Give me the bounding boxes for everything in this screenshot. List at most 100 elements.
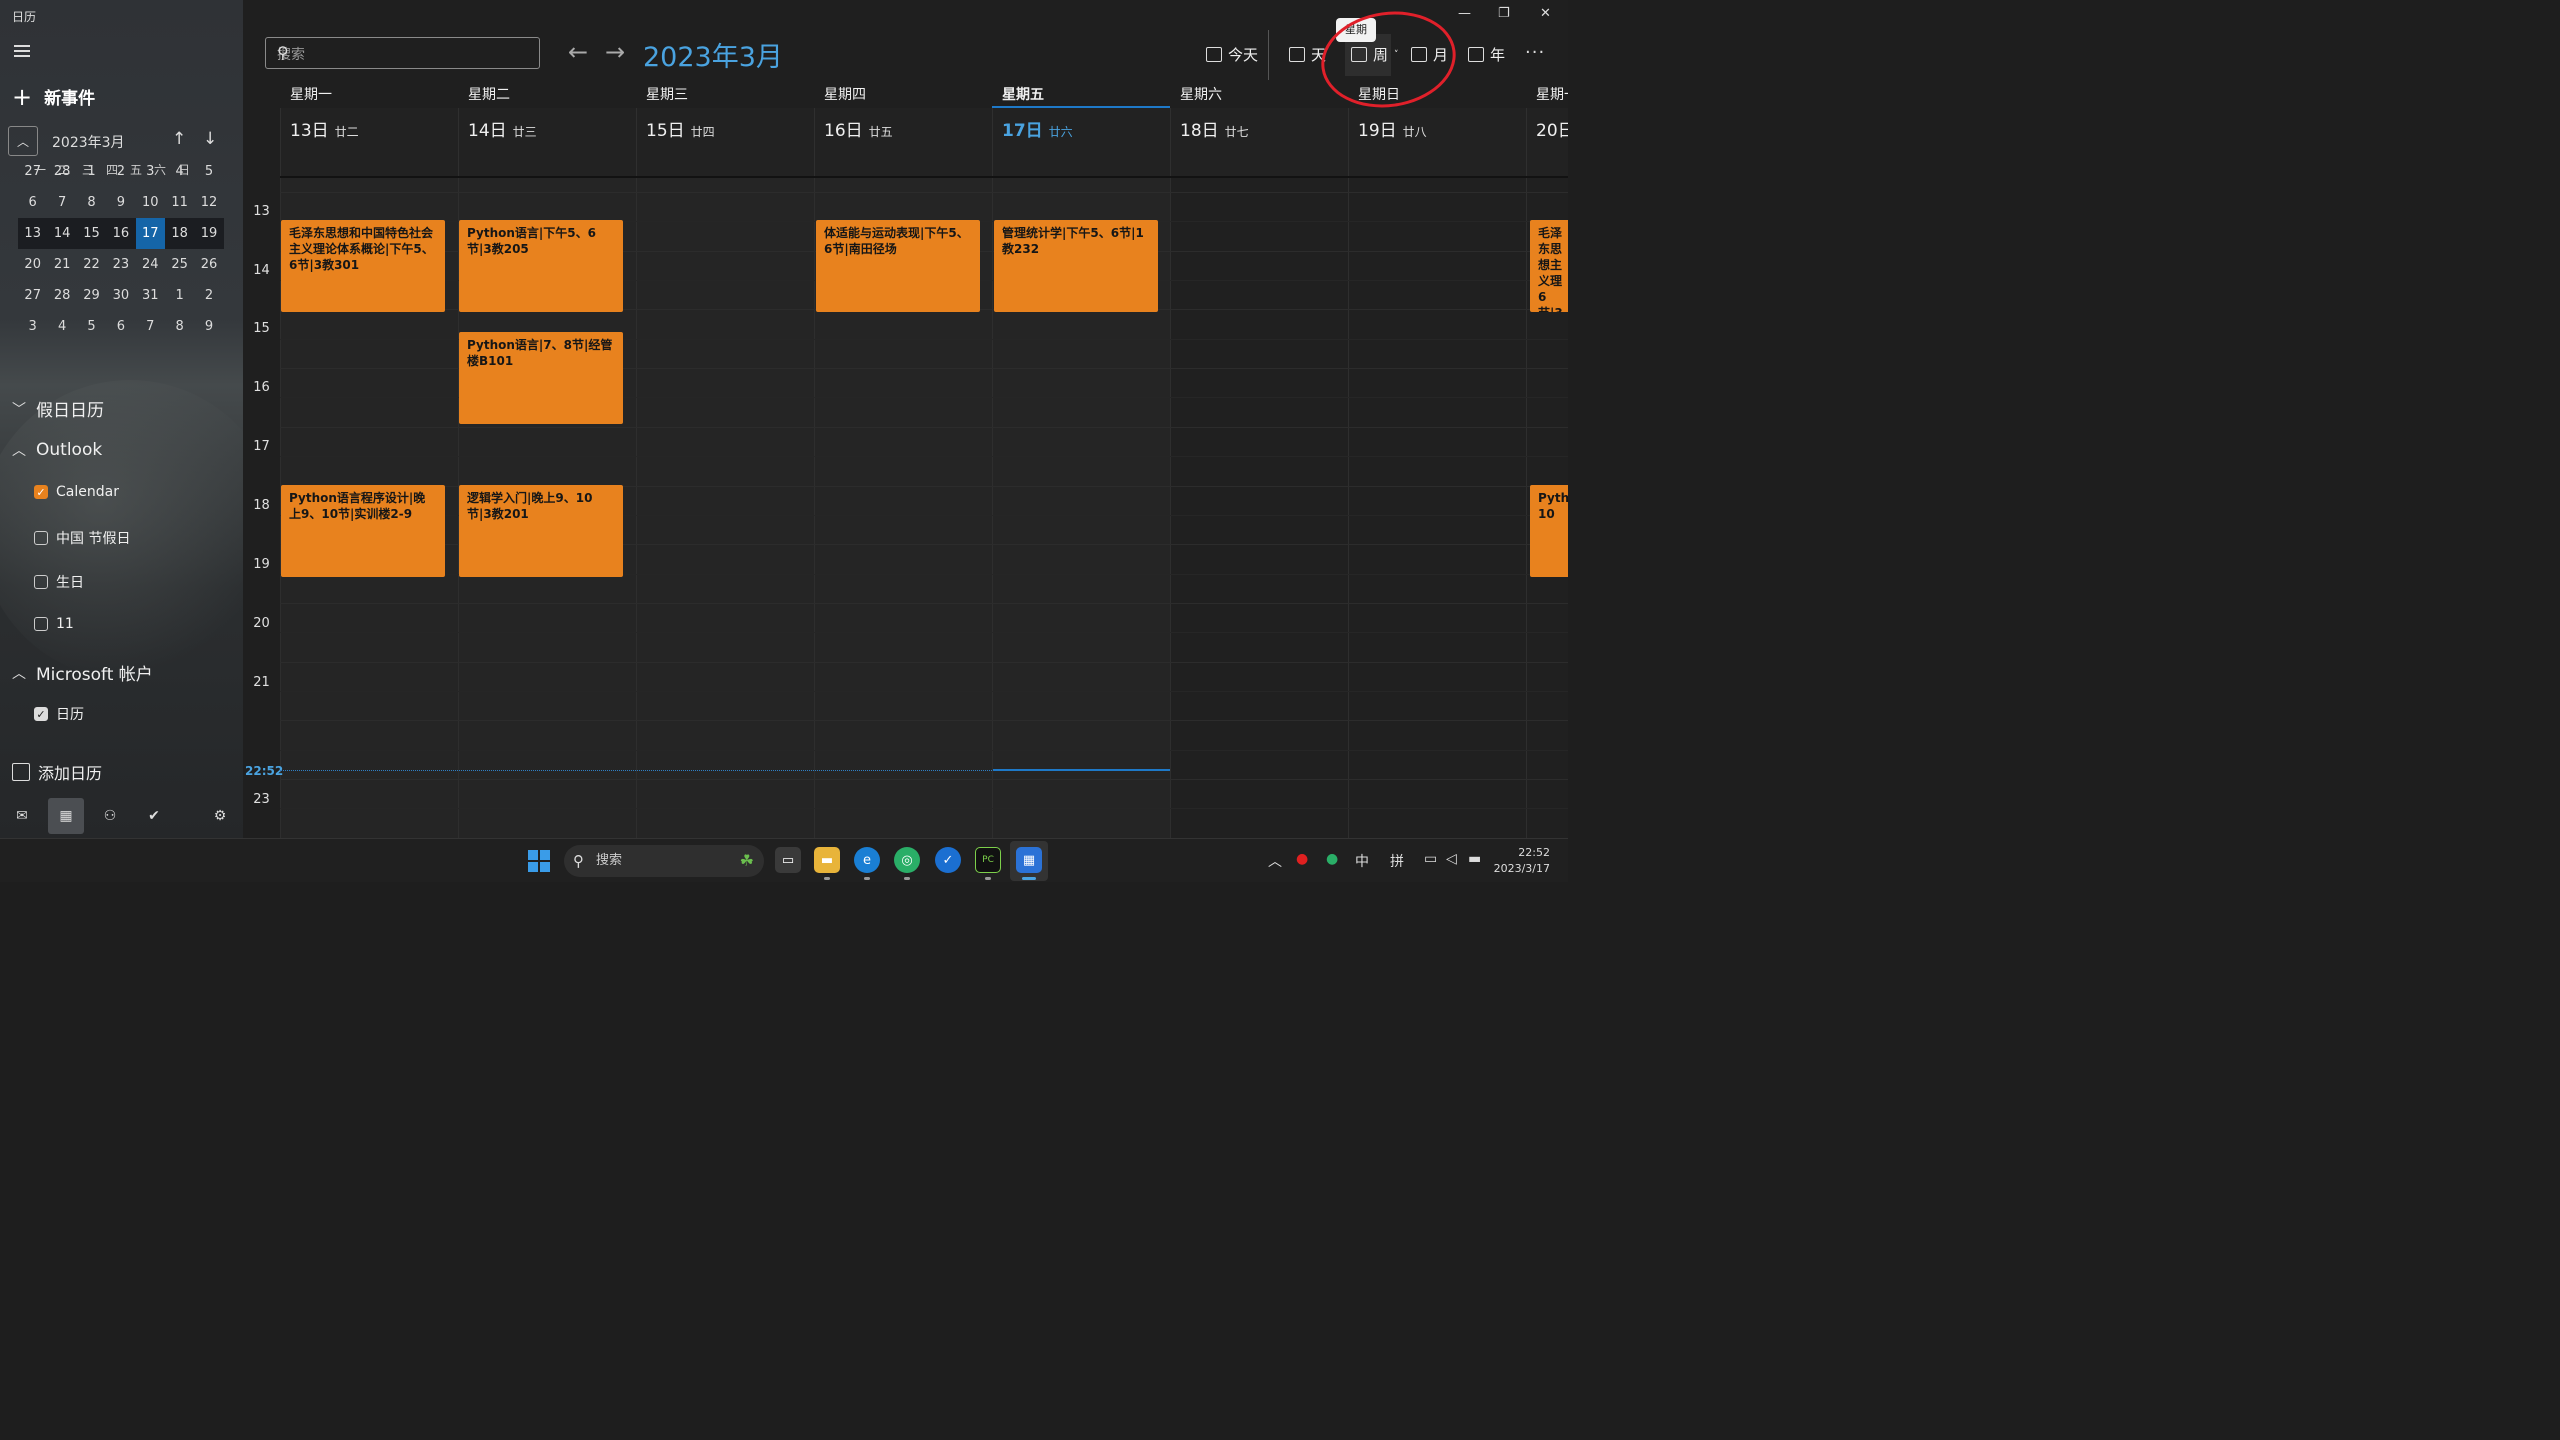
battery-icon[interactable]: ▬	[1468, 851, 1481, 867]
mini-calendar-day[interactable]: 23	[106, 249, 135, 280]
mini-calendar-day[interactable]: 22	[77, 249, 106, 280]
system-clock[interactable]: 22:52 2023/3/17	[1494, 845, 1550, 877]
previous-month-arrow-icon[interactable]: ↑	[172, 129, 186, 149]
new-event-button[interactable]: + 新事件	[12, 84, 95, 110]
calendar-event[interactable]: Python语言程序设计|晚上9、10节|实训楼2-9	[281, 485, 445, 577]
calendar-icon[interactable]: ▦	[48, 798, 84, 834]
calendar-toggle[interactable]: ✓ 日历	[34, 704, 84, 724]
microsoft-account-section[interactable]: ︿ Microsoft 帐户	[12, 660, 153, 685]
holiday-calendars-section[interactable]: ﹀ 假日日历	[12, 396, 104, 421]
date-cell[interactable]: 20日	[1526, 108, 1568, 178]
mini-calendar-day[interactable]: 6	[18, 187, 47, 218]
wechat-icon[interactable]: ◎	[894, 847, 920, 873]
date-cell[interactable]: 18日 廿七	[1170, 108, 1348, 178]
date-cell[interactable]: 16日 廿五	[814, 108, 992, 178]
more-options-icon[interactable]: ···	[1525, 42, 1545, 63]
calendar-event[interactable]: Pytho9、10	[1530, 485, 1568, 577]
ime-mode[interactable]: 拼	[1390, 851, 1404, 871]
date-cell[interactable]: 14日 廿三	[458, 108, 636, 178]
mini-calendar-day[interactable]: 31	[136, 280, 165, 311]
calendar-event[interactable]: 毛泽东思想主义理6节|3	[1530, 220, 1568, 312]
day-column[interactable]	[1348, 178, 1526, 838]
next-month-arrow-icon[interactable]: ↓	[203, 129, 217, 149]
calendar-event[interactable]: Python语言|下午5、6节|3教205	[459, 220, 623, 312]
checkbox[interactable]	[34, 575, 48, 589]
people-icon[interactable]: ⚇	[92, 798, 128, 834]
mini-calendar-month[interactable]: 2023年3月	[52, 132, 125, 152]
calendar-toggle[interactable]: ✓ Calendar	[34, 484, 119, 500]
checkbox[interactable]	[34, 531, 48, 545]
taskbar-search[interactable]: ⚲ 搜索 ☘	[564, 845, 764, 877]
windows-start-icon[interactable]	[528, 850, 550, 872]
collapse-mini-calendar-button[interactable]: ︿	[8, 126, 38, 156]
today-button[interactable]: 今天	[1206, 44, 1258, 65]
mini-calendar-day[interactable]: 16	[106, 218, 135, 249]
day-column[interactable]	[636, 178, 814, 838]
mini-calendar-day[interactable]: 28	[47, 280, 76, 311]
mini-calendar-day[interactable]: 4	[47, 311, 76, 342]
date-cell[interactable]: 17日 廿六	[992, 108, 1170, 178]
mini-calendar-day[interactable]: 8	[165, 311, 194, 342]
mini-calendar-day[interactable]: 3	[18, 311, 47, 342]
mini-calendar-day[interactable]: 13	[18, 218, 47, 249]
calendar-toggle[interactable]: 生日	[34, 572, 84, 592]
date-cell[interactable]: 15日 廿四	[636, 108, 814, 178]
mini-calendar-day[interactable]: 11	[165, 187, 194, 218]
mini-calendar-day[interactable]: 14	[47, 218, 76, 249]
mini-calendar-day[interactable]: 30	[106, 280, 135, 311]
mini-calendar-day[interactable]: 25	[165, 249, 194, 280]
task-view-icon[interactable]: ▭	[775, 847, 801, 873]
date-cell[interactable]: 13日 廿二	[280, 108, 458, 178]
mini-calendar-day[interactable]: 20	[18, 249, 47, 280]
mini-calendar-day[interactable]: 26	[194, 249, 223, 280]
calendar-app-icon[interactable]: ▦	[1016, 847, 1042, 873]
calendar-event[interactable]: 毛泽东思想和中国特色社会主义理论体系概论|下午5、6节|3教301	[281, 220, 445, 312]
mini-calendar-day[interactable]: 9	[106, 187, 135, 218]
mini-calendar-day[interactable]: 21	[47, 249, 76, 280]
restore-icon[interactable]: ❐	[1498, 6, 1510, 21]
checkbox[interactable]: ✓	[34, 485, 48, 499]
previous-week-arrow-icon[interactable]: ←	[568, 38, 588, 66]
antivirus-icon[interactable]: ●	[1296, 851, 1308, 867]
mini-calendar-day[interactable]: 7	[136, 311, 165, 342]
calendar-toggle[interactable]: 11	[34, 616, 74, 632]
mini-calendar-day[interactable]: 6	[106, 311, 135, 342]
settings-gear-icon[interactable]: ⚙	[202, 798, 238, 834]
mini-calendar-day[interactable]: 9	[194, 311, 223, 342]
calendar-event[interactable]: 逻辑学入门|晚上9、10节|3教201	[459, 485, 623, 577]
calendar-event[interactable]: Python语言|7、8节|经管楼B101	[459, 332, 623, 424]
mini-calendar-day[interactable]: 5	[77, 311, 106, 342]
mini-calendar-day[interactable]: 10	[136, 187, 165, 218]
mini-calendar-day[interactable]: 19	[194, 218, 223, 249]
mini-calendar-day[interactable]: 18	[165, 218, 194, 249]
year-view-button[interactable]: 年	[1468, 44, 1505, 65]
outlook-section[interactable]: ︿ Outlook	[12, 440, 102, 460]
close-icon[interactable]: ✕	[1540, 6, 1551, 21]
mini-calendar-day[interactable]: 27	[18, 280, 47, 311]
show-hidden-icons-chevron-icon[interactable]: ︿	[1268, 851, 1282, 871]
mini-calendar-day[interactable]: 24	[136, 249, 165, 280]
date-cell[interactable]: 19日 廿八	[1348, 108, 1526, 178]
ime-language[interactable]: 中	[1355, 851, 1369, 871]
mini-calendar-day[interactable]: 7	[47, 187, 76, 218]
calendar-event[interactable]: 体适能与运动表现|下午5、6节|南田径场	[816, 220, 980, 312]
mini-calendar-day[interactable]: 17	[135, 218, 165, 249]
calendar-toggle[interactable]: 中国 节假日	[34, 528, 130, 548]
file-explorer-icon[interactable]: ▬	[814, 847, 840, 873]
search-icon[interactable]: ⚲	[277, 43, 529, 62]
hamburger-menu-icon[interactable]	[14, 45, 30, 57]
search-input[interactable]: 搜索 ⚲	[265, 37, 540, 69]
volume-icon[interactable]: ◁	[1446, 851, 1457, 867]
day-column[interactable]	[1170, 178, 1348, 838]
next-week-arrow-icon[interactable]: →	[605, 38, 625, 66]
mini-calendar-day[interactable]: 12	[194, 187, 223, 218]
wechat-tray-icon[interactable]: ●	[1326, 851, 1338, 867]
mail-icon[interactable]: ✉	[4, 798, 40, 834]
calendar-event[interactable]: 管理统计学|下午5、6节|1教232	[994, 220, 1158, 312]
vscode-like-icon[interactable]: ✓	[935, 847, 961, 873]
pycharm-icon[interactable]: PC	[975, 847, 1001, 873]
checkbox[interactable]: ✓	[34, 707, 48, 721]
network-icon[interactable]: ▭	[1424, 851, 1437, 867]
mini-calendar-day[interactable]: 29	[77, 280, 106, 311]
todo-icon[interactable]: ✔	[136, 798, 172, 834]
